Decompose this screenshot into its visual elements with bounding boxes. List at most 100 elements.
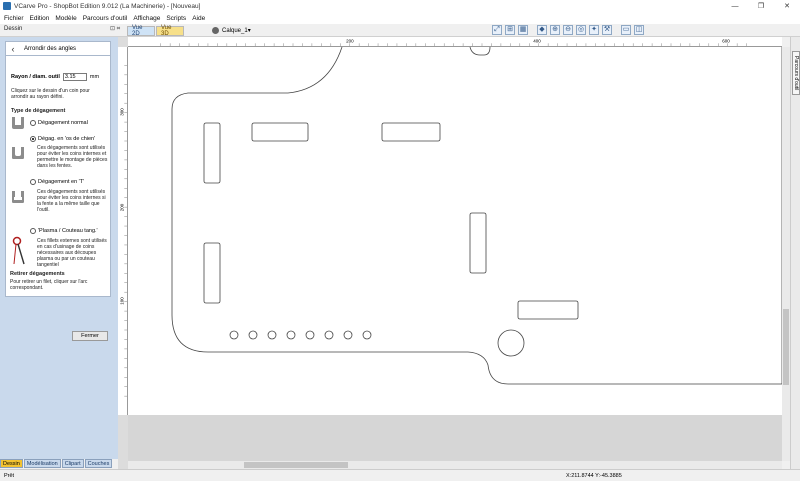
plasma-knife-icon	[12, 236, 25, 265]
fillet-card: ‹ Arrondir des angles Rayon / diam. outi…	[5, 41, 111, 297]
large-hole	[497, 329, 525, 357]
menu-parcours[interactable]: Parcours d'outil	[83, 15, 128, 22]
tab-dessin[interactable]: Dessin	[0, 459, 23, 468]
panel-tabs: Dessin Modélisation Clipart Couches	[0, 459, 118, 469]
option-t-desc: Ces dégagements sont utilisés pour évite…	[37, 189, 106, 213]
option-plasma[interactable]: 'Plasma / Couteau tang.'	[30, 228, 98, 234]
small-hole	[305, 330, 315, 340]
close-window-button[interactable]: ✕	[774, 0, 800, 12]
option-normal[interactable]: Dégagement normal	[30, 120, 88, 126]
vertical-scroll-thumb[interactable]	[783, 309, 789, 385]
slot-left-bottom	[203, 242, 221, 304]
option-t-label: Dégagement en 'T'	[38, 179, 85, 185]
zoom-extents-icon[interactable]: ⤢	[492, 25, 502, 35]
ruler-h-label: 400	[533, 38, 541, 43]
panel-header: Dessin	[4, 26, 23, 32]
status-text: Prêt	[4, 473, 15, 479]
ruler-v-label: 300	[119, 108, 124, 116]
chevron-down-icon: ▾	[247, 28, 251, 34]
radio-t[interactable]	[30, 179, 36, 185]
instruction-text: Cliquez sur le dessin d'un coin pour arr…	[11, 88, 90, 100]
ruler-h-label: 600	[722, 38, 730, 43]
small-hole	[286, 330, 296, 340]
t-fillet-icon	[12, 191, 24, 203]
slot-horizontal-1	[251, 122, 309, 142]
small-hole	[267, 330, 277, 340]
tab-couches[interactable]: Couches	[84, 459, 113, 468]
ruler-h-label: 200	[346, 38, 354, 43]
remove-text: Pour retirer un filet, cliquer sur l'arc…	[10, 279, 88, 291]
right-panel-strip: Parcours d'outil	[790, 37, 800, 469]
ruler-v-label: 100	[119, 297, 124, 305]
back-arrow-icon[interactable]: ‹	[6, 42, 20, 55]
layer-name: Calque_1	[222, 27, 248, 34]
slot-horizontal-3	[517, 300, 579, 320]
radius-input[interactable]	[62, 73, 87, 81]
menu-aide[interactable]: Aide	[192, 15, 205, 22]
maximize-button[interactable]: ❐	[748, 0, 774, 12]
status-bar: Prêt X:211.8744 Y:-45.3885	[0, 469, 800, 481]
tab-2d-view[interactable]: Vue 2D	[127, 25, 155, 37]
close-button[interactable]: Fermer	[72, 331, 108, 341]
slot-left-top	[203, 122, 221, 184]
menu-edition[interactable]: Edition	[30, 15, 50, 22]
horizontal-scrollbar[interactable]	[128, 461, 782, 469]
measure-icon[interactable]: ⚒	[602, 25, 612, 35]
vertical-ruler: 300 200 100	[118, 47, 128, 415]
window-title: VCarve Pro - ShopBot Edition 9.012 (La M…	[14, 2, 201, 10]
menu-bar: Fichier Edition Modèle Parcours d'outil …	[0, 12, 800, 24]
snap-icon[interactable]: ◆	[537, 25, 547, 35]
panel-pin-icon[interactable]: ⊡ ⌗	[110, 25, 120, 33]
horizontal-scroll-thumb[interactable]	[244, 462, 348, 468]
minimize-button[interactable]: —	[722, 0, 748, 12]
normal-fillet-icon	[12, 117, 24, 129]
radius-row: Rayon / diam. outil mm	[11, 73, 99, 81]
zoom-out-icon[interactable]: ⊖	[563, 25, 573, 35]
vertical-scrollbar[interactable]	[782, 47, 790, 461]
menu-fichier[interactable]: Fichier	[4, 15, 24, 22]
layer-selector[interactable]: Calque_1 ▾	[212, 25, 251, 36]
toolpaths-panel-tab[interactable]: Parcours d'outil	[792, 51, 800, 95]
card-title: Arrondir des angles	[24, 45, 77, 52]
title-bar: VCarve Pro - ShopBot Edition 9.012 (La M…	[0, 0, 800, 12]
small-hole	[362, 330, 372, 340]
option-dogbone-desc: Ces dégagements sont utilisés pour évite…	[37, 145, 108, 169]
canvas-background	[128, 415, 782, 461]
select-icon[interactable]: ✦	[589, 25, 599, 35]
option-plasma-desc: Ces fillets externes sont utilisés en ca…	[37, 238, 107, 268]
small-hole	[229, 330, 239, 340]
option-t[interactable]: Dégagement en 'T'	[30, 179, 84, 185]
menu-affichage[interactable]: Affichage	[133, 15, 160, 22]
split-view-icon[interactable]: ◫	[634, 25, 644, 35]
horizontal-ruler: 200 400 600	[128, 37, 782, 47]
zoom-page-icon[interactable]: ◎	[576, 25, 586, 35]
radius-label: Rayon / diam. outil	[11, 74, 60, 80]
remove-heading: Retirer dégagements	[10, 271, 65, 277]
menu-modele[interactable]: Modèle	[55, 15, 76, 22]
option-dogbone-label: Dégag. en 'os de chien'	[38, 136, 96, 142]
type-heading: Type de dégagement	[11, 108, 66, 114]
option-dogbone[interactable]: Dégag. en 'os de chien'	[30, 136, 95, 142]
small-hole	[343, 330, 353, 340]
left-panel: ‹ Arrondir des angles Rayon / diam. outi…	[0, 37, 118, 459]
dogbone-fillet-icon	[12, 147, 24, 159]
radio-plasma[interactable]	[30, 228, 36, 234]
ruler-v-label: 200	[119, 203, 124, 211]
tab-3d-view[interactable]: Vue 3D	[156, 25, 184, 37]
grid-icon[interactable]: ▦	[518, 25, 528, 35]
card-header: ‹ Arrondir des angles	[6, 42, 110, 56]
top-slot	[469, 47, 491, 56]
option-plasma-label: 'Plasma / Couteau tang.'	[38, 228, 98, 234]
part-outline	[171, 47, 782, 385]
zoom-box-icon[interactable]: ⊞	[505, 25, 515, 35]
option-normal-label: Dégagement normal	[38, 120, 88, 126]
layout-icon[interactable]: ▭	[621, 25, 631, 35]
cursor-coordinates: X:211.8744 Y:-45.3885	[566, 473, 622, 479]
drawing-canvas[interactable]	[128, 47, 782, 415]
radio-dogbone[interactable]	[30, 136, 36, 142]
tab-clipart[interactable]: Clipart	[61, 459, 84, 468]
zoom-in-icon[interactable]: ⊕	[550, 25, 560, 35]
tab-modelisation[interactable]: Modélisation	[23, 459, 61, 468]
menu-scripts[interactable]: Scripts	[166, 15, 186, 22]
radio-normal[interactable]	[30, 120, 36, 126]
